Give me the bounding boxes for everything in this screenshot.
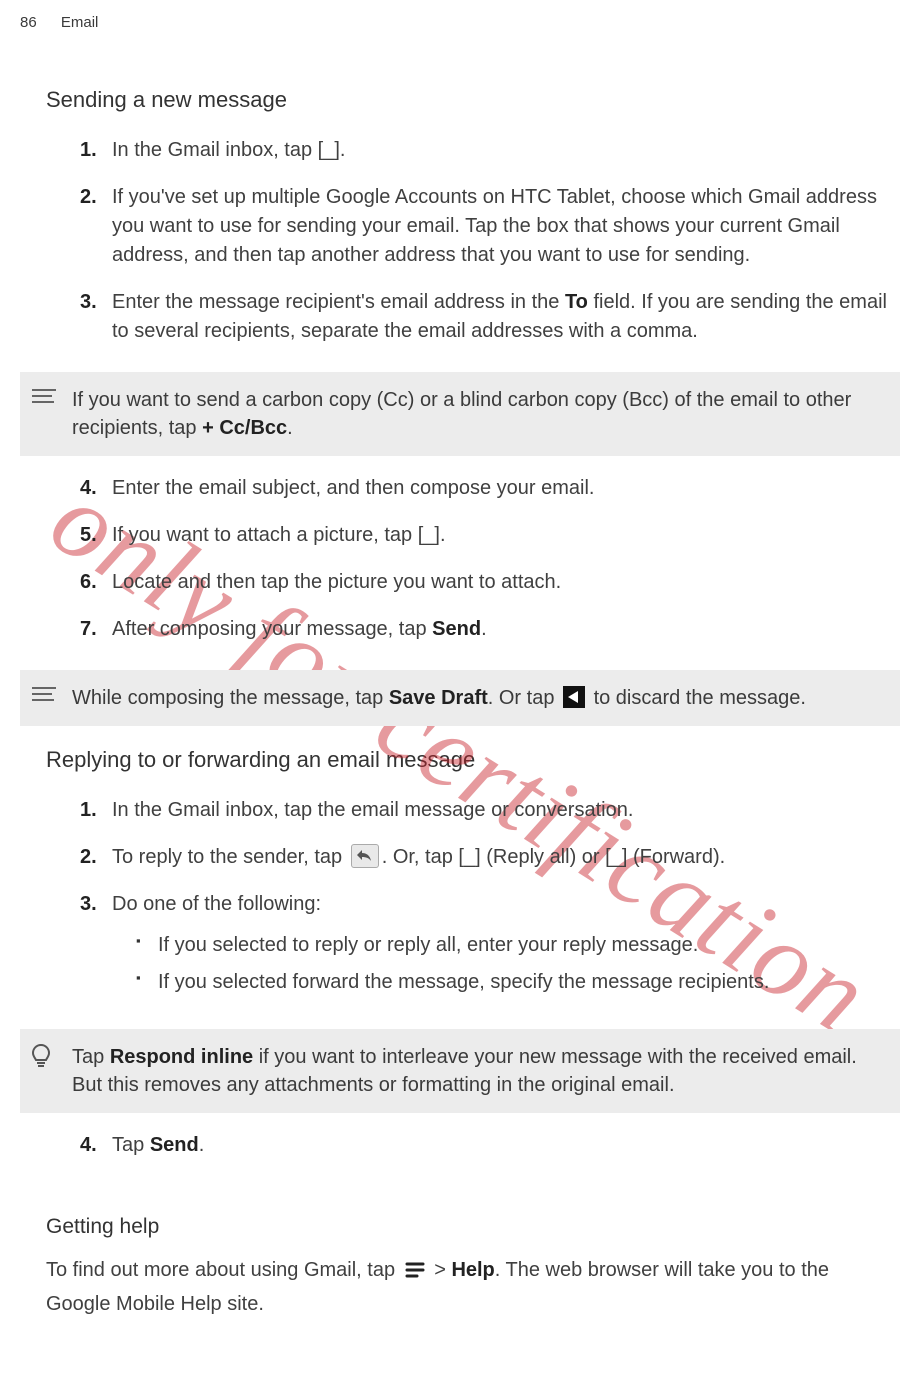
heading-getting-help: Getting help [46, 1212, 900, 1242]
step-text: Enter the message recipient's email addr… [112, 291, 565, 313]
replying-steps-cont: 4. Tap Send. [80, 1131, 890, 1178]
back-icon [563, 686, 585, 708]
body-text: To find out more about using Gmail, tap [46, 1259, 401, 1281]
heading-sending: Sending a new message [46, 84, 900, 116]
step-number: 4. [80, 474, 97, 503]
placeholder-icon: [_] [418, 524, 440, 546]
sub-text: If you selected to reply or reply all, e… [158, 934, 698, 956]
note-cc-bcc: If you want to send a carbon copy (Cc) o… [20, 372, 900, 456]
header-section: Email [61, 14, 99, 31]
sub-list: If you selected to reply or reply all, e… [112, 919, 890, 1003]
getting-help-body: To find out more about using Gmail, tap … [46, 1256, 890, 1319]
step-text: Do one of the following: [112, 893, 321, 915]
step-4: 4. Enter the email subject, and then com… [80, 474, 890, 521]
heading-replying: Replying to or forwarding an email messa… [46, 744, 900, 776]
step-3: 3. Enter the message recipient's email a… [80, 288, 890, 364]
note-text: . Or tap [488, 687, 560, 709]
step-r4: 4. Tap Send. [80, 1131, 890, 1178]
note-text: If you want to send a carbon copy (Cc) o… [72, 389, 851, 439]
note-text: to discard the message. [588, 687, 806, 709]
step-number: 2. [80, 843, 97, 872]
note-save-draft: While composing the message, tap Save Dr… [20, 670, 900, 726]
step-text: In the Gmail inbox, tap [112, 139, 318, 161]
step-6: 6. Locate and then tap the picture you w… [80, 568, 890, 615]
replying-steps: 1. In the Gmail inbox, tap the email mes… [80, 796, 890, 1021]
placeholder-icon: [_] [318, 139, 340, 161]
sub-item: If you selected to reply or reply all, e… [136, 929, 890, 966]
note-text: . [287, 417, 293, 439]
step-number: 1. [80, 136, 97, 165]
step-text: Enter the email subject, and then compos… [112, 477, 594, 499]
step-number: 3. [80, 890, 97, 919]
note-bold: Respond inline [110, 1046, 253, 1068]
sending-steps-cont: 4. Enter the email subject, and then com… [80, 474, 890, 662]
placeholder-icon: [_] [458, 846, 480, 868]
step-5: 5. If you want to attach a picture, tap … [80, 521, 890, 568]
step-number: 2. [80, 183, 97, 212]
step-text: (Forward). [627, 846, 725, 868]
step-7: 7. After composing your message, tap Sen… [80, 615, 890, 662]
step-text: After composing your message, tap [112, 618, 432, 640]
body-bold: Help [451, 1259, 494, 1281]
sub-text: If you selected forward the message, spe… [158, 971, 769, 993]
menu-icon [404, 1259, 426, 1290]
step-number: 3. [80, 288, 97, 317]
placeholder-icon: [_] [605, 846, 627, 868]
step-number: 5. [80, 521, 97, 550]
note-bold: Save Draft [389, 687, 488, 709]
sub-item: If you selected forward the message, spe… [136, 966, 890, 1003]
step-1: 1. In the Gmail inbox, tap [_]. [80, 136, 890, 183]
step-number: 7. [80, 615, 97, 644]
body-text: > [429, 1259, 452, 1281]
step-r2: 2. To reply to the sender, tap . Or, tap… [80, 843, 890, 890]
step-number: 6. [80, 568, 97, 597]
note-text: Tap [72, 1046, 110, 1068]
step-text: If you want to attach a picture, tap [112, 524, 418, 546]
step-r3: 3. Do one of the following: If you selec… [80, 890, 890, 1021]
step-text: . [440, 524, 446, 546]
step-text: . [340, 139, 346, 161]
step-bold: Send [432, 618, 481, 640]
step-text: . [199, 1134, 205, 1156]
note-text: While composing the message, tap [72, 687, 389, 709]
step-2: 2. If you've set up multiple Google Acco… [80, 183, 890, 288]
sending-steps: 1. In the Gmail inbox, tap [_]. 2. If yo… [80, 136, 890, 364]
page-number: 86 [20, 12, 37, 34]
note-icon [30, 386, 58, 406]
step-text: . Or, tap [382, 846, 459, 868]
step-bold: To [565, 291, 588, 313]
note-respond-inline: Tap Respond inline if you want to interl… [20, 1029, 900, 1113]
step-text: . [481, 618, 487, 640]
step-number: 4. [80, 1131, 97, 1160]
note-icon [30, 684, 58, 704]
step-text: Locate and then tap the picture you want… [112, 571, 561, 593]
running-header: 86 Email [20, 12, 900, 34]
step-text: If you've set up multiple Google Account… [112, 186, 877, 266]
step-text: To reply to the sender, tap [112, 846, 348, 868]
step-text: Tap [112, 1134, 150, 1156]
step-text: In the Gmail inbox, tap the email messag… [112, 799, 633, 821]
step-bold: Send [150, 1134, 199, 1156]
note-bold: + Cc/Bcc [202, 417, 287, 439]
step-text: (Reply all) or [481, 846, 605, 868]
step-r1: 1. In the Gmail inbox, tap the email mes… [80, 796, 890, 843]
step-number: 1. [80, 796, 97, 825]
reply-icon [351, 844, 379, 868]
tip-icon [30, 1043, 52, 1069]
